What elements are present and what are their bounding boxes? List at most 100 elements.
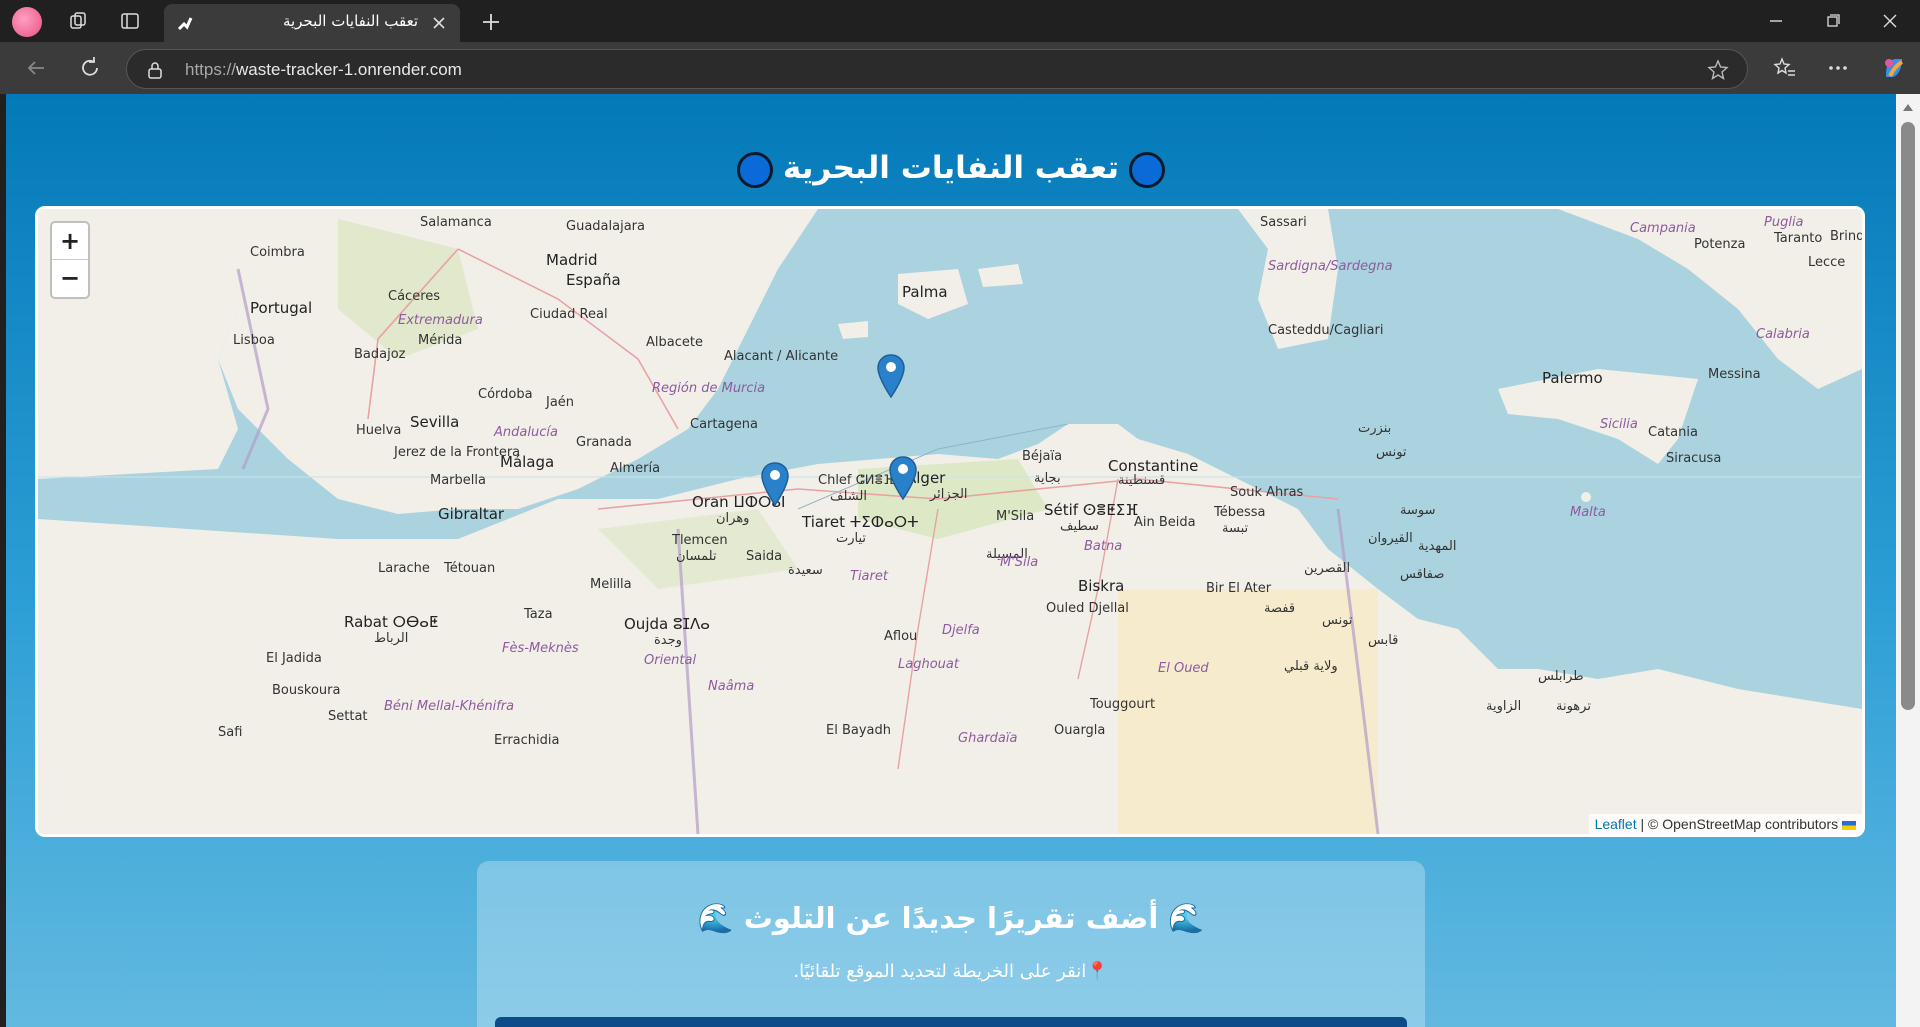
scroll-up-icon[interactable] (1902, 102, 1914, 112)
favorite-star-icon[interactable] (1707, 59, 1729, 81)
map-label: Jaén (546, 395, 575, 410)
url-text: https://waste-tracker-1.onrender.com (185, 60, 462, 80)
map-label: Cáceres (388, 289, 441, 304)
map-label: Ouargla (1054, 723, 1106, 738)
map-label: القيروان (1368, 531, 1413, 546)
map-label: Batna (1084, 539, 1123, 554)
site-favicon-icon (177, 17, 193, 31)
map-label: Andalucía (494, 425, 558, 440)
map-label: ولاية قبلي (1284, 659, 1338, 674)
zoom-out-button[interactable]: − (52, 260, 88, 297)
zoom-control: + − (50, 221, 90, 299)
workspaces-icon[interactable] (64, 8, 92, 34)
map-label: Tiaret (850, 569, 888, 584)
map-marker-pin[interactable] (876, 353, 906, 399)
map-label: Errachidia (494, 733, 560, 748)
copilot-icon[interactable] (1880, 54, 1908, 82)
map-label: Sétif ⵙⴻⵟⵉⴼ (1044, 501, 1139, 519)
close-window-icon[interactable] (1877, 8, 1903, 34)
scrollbar-thumb[interactable] (1901, 122, 1915, 710)
map-label: ترهونة (1556, 699, 1591, 714)
map-label: تيارت (836, 531, 867, 546)
map-label: القصرين (1304, 561, 1351, 576)
address-bar: https://waste-tracker-1.onrender.com (0, 42, 1920, 94)
map-label: Laghouat (898, 657, 959, 672)
map-label: Coimbra (250, 245, 305, 260)
map-label: Marbella (430, 473, 486, 488)
page-scrollbar[interactable] (1896, 94, 1920, 1027)
report-form-card: 🌊 أضف تقريرًا جديدًا عن التلوث 🌊 📍انقر ع… (477, 861, 1425, 1027)
map-label: تبسة (1222, 521, 1249, 536)
map-label: Settat (328, 709, 368, 724)
new-tab-icon[interactable] (478, 9, 504, 35)
map-label: Oujda ⵓⵊⴷⴰ (624, 615, 710, 633)
map-label: Larache (378, 561, 430, 576)
map-label: وجدة (654, 633, 682, 648)
map-label: Saida (746, 549, 783, 564)
url-field[interactable]: https://waste-tracker-1.onrender.com (126, 49, 1748, 89)
form-heading: 🌊 أضف تقريرًا جديدًا عن التلوث 🌊 (477, 901, 1425, 936)
lock-icon[interactable] (147, 61, 163, 79)
map-label: Ain Beida (1134, 515, 1196, 530)
form-hint: 📍انقر على الخريطة لتحديد الموقع تلقائيًا… (477, 961, 1425, 982)
tab-title: تعقب النفايات البحرية (283, 12, 418, 30)
zoom-in-button[interactable]: + (52, 223, 88, 260)
map-label: Sassari (1260, 215, 1307, 230)
map-marker-pin[interactable] (888, 455, 918, 501)
map-label: Siracusa (1666, 451, 1722, 466)
url-host: waste-tracker-1.onrender.com (236, 60, 462, 79)
map-label: تونس (1376, 445, 1407, 460)
map-label: Taranto (1774, 231, 1823, 246)
map-label: Tiaret ⵜⵉⵀⴰⵔⵜ (802, 513, 919, 531)
close-tab-icon[interactable] (430, 14, 448, 32)
map-label: Touggourt (1090, 697, 1156, 712)
back-icon[interactable] (22, 54, 50, 82)
map-label: Djelfa (942, 623, 980, 638)
map-label: Biskra (1078, 577, 1125, 595)
tab-active[interactable]: تعقب النفايات البحرية (164, 4, 460, 42)
map-label: Mérida (418, 333, 463, 348)
form-hint-text: انقر على الخريطة لتحديد الموقع تلقائيًا. (793, 961, 1087, 982)
map-label: Catania (1648, 425, 1698, 440)
map-label: Bouskoura (272, 683, 341, 698)
minimize-icon[interactable] (1763, 8, 1789, 34)
map-label: سوسة (1400, 503, 1436, 518)
map-label: Málaga (500, 453, 555, 471)
vertical-tabs-icon[interactable] (116, 8, 144, 34)
map-label: Oriental (644, 653, 697, 668)
favorites-icon[interactable] (1770, 54, 1798, 82)
profile-avatar[interactable] (12, 7, 42, 37)
map-label: Ghardaïa (958, 731, 1018, 746)
more-options-icon[interactable] (1824, 54, 1852, 82)
pin-icon: 📍 (1086, 961, 1109, 982)
map-label: Fès-Meknès (502, 641, 579, 656)
map-label: المهدية (1418, 539, 1457, 554)
map-label: الرباط (374, 631, 409, 646)
map-label: Béni Mellal-Khénifra (384, 699, 515, 714)
map-container[interactable]: Salamanca Guadalajara Madrid España Coim… (35, 206, 1865, 837)
map-label: El Oued (1158, 661, 1209, 676)
map-label: Campania (1630, 221, 1696, 236)
leaflet-link[interactable]: Leaflet (1595, 816, 1637, 832)
map-label: Souk Ahras (1230, 485, 1304, 500)
map-label: Albacete (646, 335, 703, 350)
map-label: Casteddu/Cagliari (1268, 323, 1384, 338)
map-label: Chlef ⵛⵍⴻⴼ (818, 473, 895, 488)
map-label: طرابلس (1538, 669, 1584, 684)
map-marker-pin[interactable] (760, 461, 790, 507)
map-label: تونس (1322, 613, 1353, 628)
map-label: El Bayadh (826, 723, 891, 738)
map-label: Sardigna/Sardegna (1268, 259, 1393, 274)
map-label: Granada (576, 435, 632, 450)
map-label: Brindisi (1830, 229, 1865, 244)
map-label: Sicilia (1600, 417, 1638, 432)
map-label: Bir El Ater (1206, 581, 1272, 596)
map-label: Potenza (1694, 237, 1746, 252)
map-label: Calabria (1756, 327, 1810, 342)
map-label: الزاوية (1486, 699, 1522, 714)
refresh-icon[interactable] (76, 54, 104, 82)
map-label: España (566, 271, 621, 289)
map-label: بنزرت (1358, 421, 1392, 436)
restore-icon[interactable] (1820, 8, 1846, 34)
map-label: Palma (902, 283, 948, 301)
